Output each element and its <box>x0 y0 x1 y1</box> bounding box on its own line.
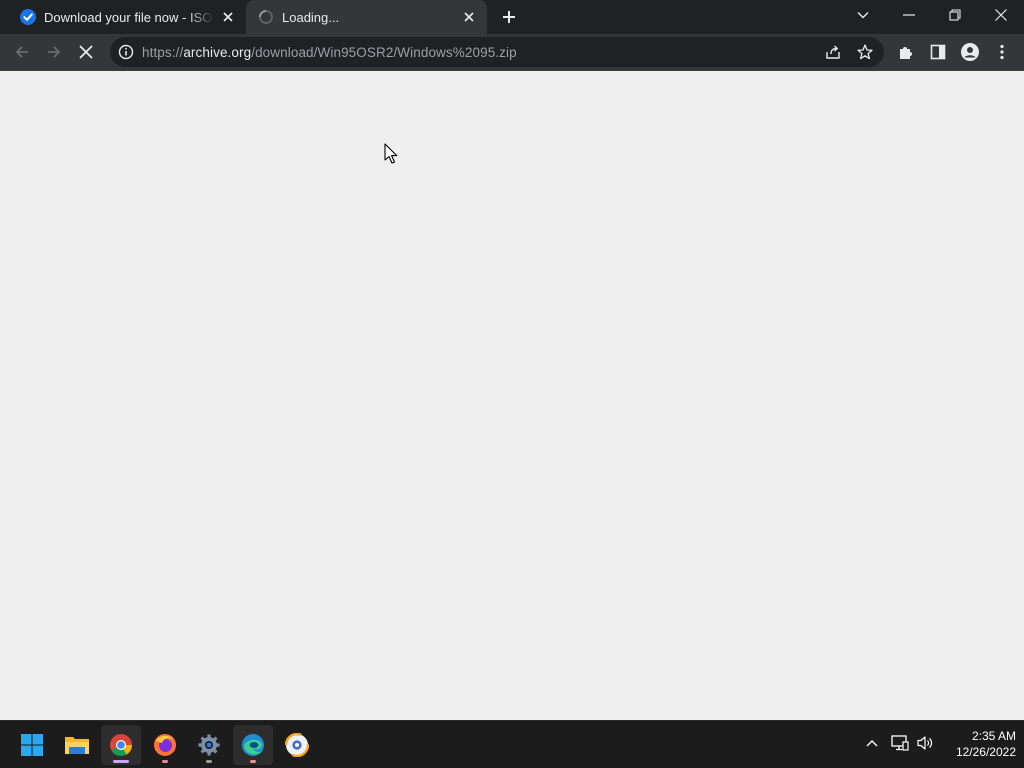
tab-search-button[interactable] <box>840 0 886 30</box>
mouse-cursor-icon <box>384 143 398 164</box>
restore-icon <box>949 9 961 21</box>
firefox-icon <box>154 734 176 756</box>
volume-icon[interactable] <box>915 733 935 753</box>
address-bar[interactable]: https://archive.org/download/Win95OSR2/W… <box>110 37 884 67</box>
chevron-down-icon <box>857 12 869 19</box>
close-icon <box>79 45 93 59</box>
arrow-right-icon <box>48 46 61 58</box>
info-icon[interactable] <box>118 44 134 60</box>
brave-icon <box>285 733 309 757</box>
tab-title: Download your file now - ISORIVER <box>44 9 214 25</box>
avatar-icon <box>961 43 979 61</box>
taskbar-firefox[interactable] <box>145 725 185 765</box>
profile-button[interactable] <box>956 38 984 66</box>
page-content <box>0 71 1024 720</box>
close-icon <box>995 9 1007 21</box>
url-scheme: https:// <box>142 45 184 60</box>
running-indicator <box>206 760 212 763</box>
show-hidden-icons-button[interactable] <box>862 733 882 753</box>
taskbar-brave[interactable] <box>277 725 317 765</box>
extensions-button[interactable] <box>892 38 920 66</box>
restore-button[interactable] <box>932 0 978 30</box>
tab-strip: Download your file now - ISORIVER Loadin… <box>0 0 1024 34</box>
taskbar: 2:35 AM 12/26/2022 <box>0 720 1024 768</box>
taskbar-file-explorer[interactable] <box>57 725 97 765</box>
gear-icon <box>198 734 220 756</box>
clock-date: 12/26/2022 <box>955 745 1016 759</box>
taskbar-edge[interactable] <box>233 725 273 765</box>
menu-button[interactable] <box>988 38 1016 66</box>
browser-toolbar: https://archive.org/download/Win95OSR2/W… <box>0 34 1024 71</box>
taskbar-chrome[interactable] <box>101 725 141 765</box>
bookmark-star-icon[interactable] <box>856 43 874 61</box>
taskbar-settings[interactable] <box>189 725 229 765</box>
loading-spinner-icon <box>258 9 274 25</box>
tab-close-icon[interactable] <box>220 9 236 25</box>
tab-isoriver[interactable]: Download your file now - ISORIVER <box>0 0 246 34</box>
running-indicator <box>113 760 129 763</box>
arrow-left-icon <box>15 46 28 58</box>
kebab-menu-icon <box>1000 44 1004 60</box>
stop-loading-button[interactable] <box>72 38 100 66</box>
tab-loading[interactable]: Loading... <box>246 0 487 34</box>
puzzle-icon <box>900 47 912 59</box>
forward-button[interactable] <box>40 38 68 66</box>
taskbar-clock[interactable]: 2:35 AM 12/26/2022 <box>940 728 1016 760</box>
running-indicator <box>162 760 168 763</box>
clock-time: 2:35 AM <box>971 729 1016 743</box>
edge-icon <box>242 734 264 756</box>
start-button[interactable] <box>12 725 52 765</box>
minimize-icon <box>903 14 915 16</box>
tab-close-icon[interactable] <box>461 9 477 25</box>
check-badge-icon <box>20 9 36 25</box>
share-icon[interactable] <box>824 43 842 61</box>
side-panel-button[interactable] <box>924 38 952 66</box>
plus-icon <box>503 11 515 23</box>
minimize-button[interactable] <box>886 0 932 30</box>
tab-title: Loading... <box>282 9 340 25</box>
back-button[interactable] <box>8 38 36 66</box>
windows-logo-icon <box>21 734 43 756</box>
new-tab-button[interactable] <box>497 5 521 29</box>
url-host: archive.org <box>183 45 252 60</box>
url-path: /download/Win95OSR2/Windows%2095.zip <box>251 45 517 60</box>
close-window-button[interactable] <box>978 0 1024 30</box>
chevron-up-icon <box>866 740 878 747</box>
chrome-icon <box>110 734 132 756</box>
side-panel-icon <box>930 44 946 60</box>
network-icon[interactable] <box>890 733 910 753</box>
running-indicator <box>250 760 256 763</box>
folder-icon <box>65 737 89 754</box>
url-text: https://archive.org/download/Win95OSR2/W… <box>142 45 517 60</box>
